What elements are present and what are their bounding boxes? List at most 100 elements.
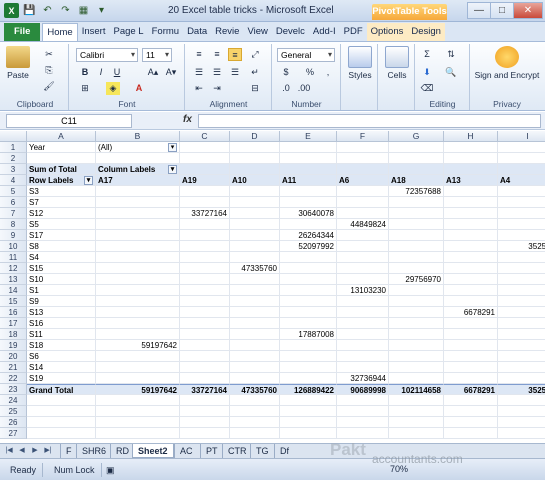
pivot-value-cell[interactable]: 6678291 [444, 307, 498, 318]
sign-encrypt-button[interactable]: Sign and Encrypt [473, 46, 541, 80]
cell[interactable] [230, 417, 280, 428]
pivot-row-label[interactable]: S8 [27, 241, 96, 252]
pivot-value-cell[interactable] [389, 351, 444, 362]
cell[interactable] [180, 142, 230, 153]
pivot-value-cell[interactable] [389, 241, 444, 252]
grand-total-label[interactable]: Grand Total [27, 384, 96, 395]
pivot-value-cell[interactable] [498, 285, 545, 296]
pivot-column-header[interactable]: A10 [230, 175, 280, 186]
pivot-value-cell[interactable] [498, 208, 545, 219]
tab-developer[interactable]: Develc [272, 23, 309, 41]
form-icon[interactable]: ▦ [76, 3, 91, 18]
cell[interactable] [230, 142, 280, 153]
cell[interactable] [389, 153, 444, 164]
pivot-value-cell[interactable] [96, 285, 180, 296]
cell[interactable] [96, 153, 180, 164]
font-color-icon[interactable]: A [132, 82, 146, 95]
pivot-value-cell[interactable] [498, 307, 545, 318]
row-header[interactable]: 1 [0, 142, 27, 153]
customize-qat-icon[interactable]: ▾ [94, 3, 109, 18]
row-header[interactable]: 11 [0, 252, 27, 263]
cell[interactable] [180, 417, 230, 428]
minimize-button[interactable]: — [467, 2, 491, 19]
sheet-tab-f[interactable]: F [60, 444, 77, 458]
pivot-value-cell[interactable] [280, 274, 337, 285]
sheet-tab-ctr[interactable]: CTR [222, 444, 252, 458]
pivot-value-cell[interactable] [180, 230, 230, 241]
cell[interactable] [444, 406, 498, 417]
pivot-row-label[interactable]: S12 [27, 208, 96, 219]
column-header-a[interactable]: A [27, 131, 96, 142]
pivot-value-cell[interactable] [444, 274, 498, 285]
cell[interactable] [498, 406, 545, 417]
pivot-value-cell[interactable]: 44849824 [337, 219, 389, 230]
grand-total-value[interactable]: 59197642 [96, 384, 180, 395]
row-header[interactable]: 23 [0, 384, 27, 395]
row-header[interactable]: 25 [0, 406, 27, 417]
wrap-text-icon[interactable]: ↵ [248, 66, 262, 79]
align-bottom-icon[interactable]: ≡ [228, 48, 242, 61]
pivot-value-cell[interactable] [444, 285, 498, 296]
pivot-value-cell[interactable] [389, 296, 444, 307]
undo-icon[interactable]: ↶ [40, 3, 55, 18]
cells-button[interactable]: Cells [385, 46, 409, 80]
pivot-value-cell[interactable] [180, 263, 230, 274]
cell[interactable] [389, 428, 444, 439]
pivot-value-cell[interactable]: 33727164 [180, 208, 230, 219]
pivot-column-header[interactable]: A6 [337, 175, 389, 186]
pivot-value-cell[interactable] [389, 318, 444, 329]
cell[interactable] [444, 395, 498, 406]
cell[interactable] [230, 406, 280, 417]
align-middle-icon[interactable]: ≡ [210, 48, 224, 61]
pivot-value-cell[interactable] [498, 362, 545, 373]
pivot-value-cell[interactable] [280, 340, 337, 351]
pivot-row-label[interactable]: S3 [27, 186, 96, 197]
pivot-value-cell[interactable] [180, 252, 230, 263]
pivot-row-label[interactable]: S1 [27, 285, 96, 296]
pivot-row-label[interactable]: S4 [27, 252, 96, 263]
pivot-value-cell[interactable] [180, 296, 230, 307]
column-header-f[interactable]: F [337, 131, 389, 142]
decrease-indent-icon[interactable]: ⇤ [192, 82, 206, 95]
close-button[interactable]: ✕ [513, 2, 543, 19]
cell[interactable] [27, 153, 96, 164]
pivot-value-cell[interactable] [230, 274, 280, 285]
pivot-value-cell[interactable] [230, 241, 280, 252]
pivot-value-cell[interactable] [498, 219, 545, 230]
cell[interactable] [230, 164, 280, 175]
pivot-value-cell[interactable] [498, 318, 545, 329]
pivot-row-label[interactable]: S10 [27, 274, 96, 285]
pivot-value-cell[interactable] [498, 230, 545, 241]
pivot-value-cell[interactable] [96, 252, 180, 263]
pivot-row-label[interactable]: S11 [27, 329, 96, 340]
row-labels-dropdown-icon[interactable]: ▾ [84, 176, 93, 185]
currency-button[interactable]: $ [279, 66, 293, 79]
pivot-value-cell[interactable] [96, 186, 180, 197]
pivot-row-label[interactable]: S9 [27, 296, 96, 307]
pivot-value-cell[interactable] [498, 197, 545, 208]
cell[interactable] [444, 417, 498, 428]
pivot-value-cell[interactable] [280, 373, 337, 384]
row-header[interactable]: 14 [0, 285, 27, 296]
pivot-value-cell[interactable] [230, 296, 280, 307]
column-header-h[interactable]: H [444, 131, 498, 142]
pivot-value-cell[interactable] [96, 263, 180, 274]
pivot-value-cell[interactable] [230, 340, 280, 351]
pivot-value-cell[interactable] [389, 340, 444, 351]
tab-add-ins[interactable]: Add-I [309, 23, 340, 41]
row-header[interactable]: 2 [0, 153, 27, 164]
pivot-column-header[interactable]: A18 [389, 175, 444, 186]
pivot-value-cell[interactable] [230, 285, 280, 296]
pivot-row-label[interactable]: S13 [27, 307, 96, 318]
pivot-value-cell[interactable] [337, 186, 389, 197]
pivot-value-cell[interactable] [180, 285, 230, 296]
pivot-value-cell[interactable] [230, 186, 280, 197]
row-header[interactable]: 21 [0, 362, 27, 373]
sheet-tab-rd[interactable]: RD [110, 444, 134, 458]
pivot-column-header[interactable]: A13 [444, 175, 498, 186]
pivot-value-cell[interactable] [337, 296, 389, 307]
pivot-row-label[interactable]: S19 [27, 373, 96, 384]
cell[interactable] [230, 395, 280, 406]
cell[interactable] [230, 153, 280, 164]
pivot-value-cell[interactable] [337, 230, 389, 241]
